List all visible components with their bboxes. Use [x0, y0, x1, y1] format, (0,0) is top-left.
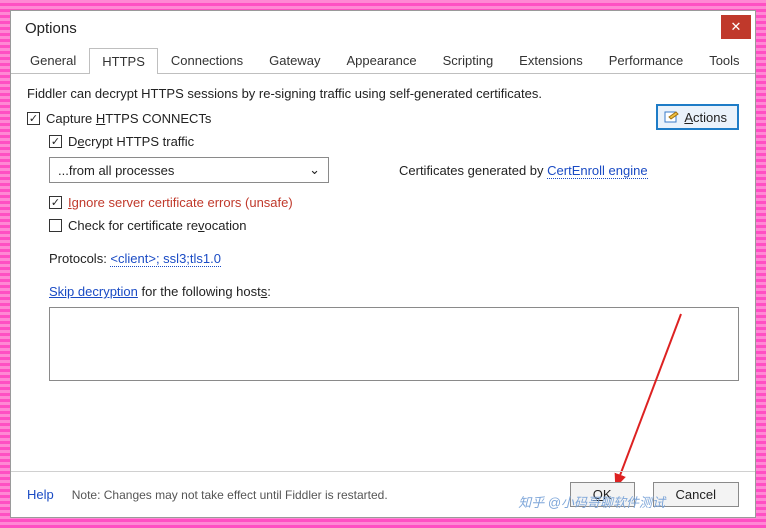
skip-decryption-link[interactable]: Skip decryption: [49, 284, 138, 299]
actions-label: Actions: [684, 110, 727, 125]
check-revocation-checkbox[interactable]: [49, 219, 62, 232]
tab-general[interactable]: General: [17, 47, 89, 73]
decrypt-traffic-checkbox[interactable]: ✓: [49, 135, 62, 148]
ok-button[interactable]: OK: [570, 482, 635, 507]
ignore-errors-label: Ignore server certificate errors (unsafe…: [68, 195, 293, 210]
capture-connects-checkbox[interactable]: ✓: [27, 112, 40, 125]
tab-performance[interactable]: Performance: [596, 47, 696, 73]
tab-appearance[interactable]: Appearance: [333, 47, 429, 73]
tab-connections[interactable]: Connections: [158, 47, 256, 73]
protocols-link[interactable]: <client>; ssl3;tls1.0: [110, 251, 221, 267]
tab-panel-https: Fiddler can decrypt HTTPS sessions by re…: [11, 74, 755, 471]
process-filter-value: ...from all processes: [58, 163, 174, 178]
ignore-errors-checkbox[interactable]: ✓: [49, 196, 62, 209]
actions-icon: [664, 109, 680, 125]
cancel-button[interactable]: Cancel: [653, 482, 739, 507]
tab-strip: General HTTPS Connections Gateway Appear…: [11, 47, 755, 74]
cert-engine-link[interactable]: CertEnroll engine: [547, 163, 647, 179]
intro-text: Fiddler can decrypt HTTPS sessions by re…: [27, 86, 739, 101]
decrypt-traffic-label: Decrypt HTTPS traffic: [68, 134, 194, 149]
chevron-down-icon: ⌄: [309, 162, 320, 178]
capture-connects-label: Capture HTTPS CONNECTs: [46, 111, 211, 126]
tab-tools[interactable]: Tools: [696, 47, 752, 73]
dialog-title: Options: [25, 20, 77, 37]
skip-decryption-rest: for the following hosts:: [142, 284, 271, 299]
skip-hosts-input[interactable]: [49, 307, 739, 381]
tab-extensions[interactable]: Extensions: [506, 47, 596, 73]
tab-https[interactable]: HTTPS: [89, 48, 158, 74]
footer-note: Note: Changes may not take effect until …: [72, 488, 552, 502]
actions-button[interactable]: Actions: [656, 104, 739, 130]
check-revocation-label: Check for certificate revocation: [68, 218, 246, 233]
tab-gateway[interactable]: Gateway: [256, 47, 333, 73]
cert-generator-text: Certificates generated by CertEnroll eng…: [399, 163, 648, 178]
process-filter-dropdown[interactable]: ...from all processes ⌄: [49, 157, 329, 183]
close-icon: ✕: [731, 19, 742, 35]
protocols-label: Protocols:: [49, 251, 110, 266]
tab-scripting[interactable]: Scripting: [430, 47, 507, 73]
close-button[interactable]: ✕: [721, 15, 751, 39]
help-link[interactable]: Help: [27, 487, 54, 502]
